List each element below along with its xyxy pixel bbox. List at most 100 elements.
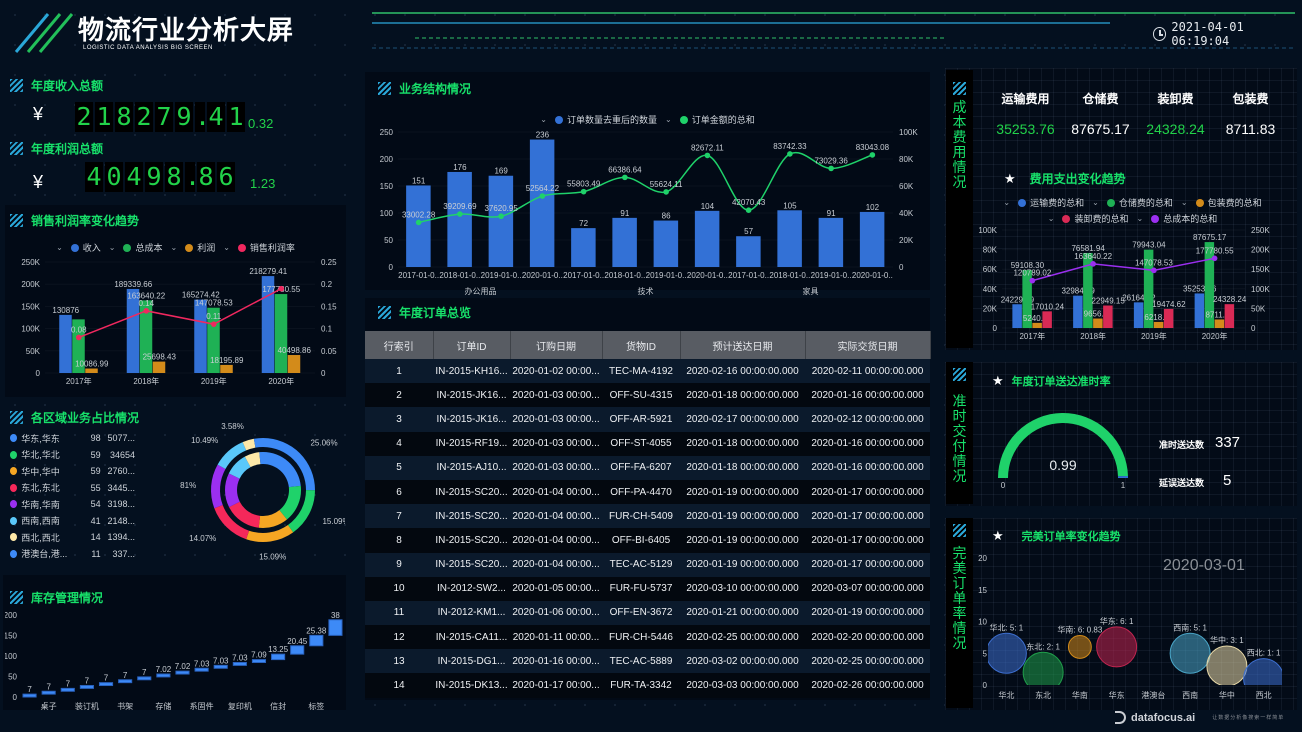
- bar-data-label: 7: [85, 677, 90, 686]
- revenue-value: 2 1 8 2 7 9.4 1: [75, 102, 247, 132]
- region-legend-item[interactable]: 华南,华南 54 3198...: [10, 496, 135, 513]
- x-tick-label: 华南: [1072, 690, 1088, 700]
- table-row[interactable]: 10 IN-2012-SW2... 2020-01-05 00:00... FUR-F…: [365, 576, 930, 601]
- region-name: 华东,华东: [21, 433, 60, 444]
- legend-item[interactable]: ⌄ 收入: [56, 241, 101, 254]
- legend-dot-icon: [679, 115, 688, 124]
- legend-dot-icon: [10, 450, 18, 459]
- column-header[interactable]: 订单ID: [433, 331, 511, 359]
- region-legend-item[interactable]: 港澳台,港... 11 337...: [10, 546, 135, 563]
- table-cell: OFF-AR-5921: [602, 407, 680, 432]
- bar-data-label: 7: [104, 674, 109, 683]
- column-header[interactable]: 行索引: [365, 331, 434, 359]
- line-point: [787, 151, 793, 157]
- bubble[interactable]: [1169, 632, 1211, 674]
- table-cell: 2: [365, 383, 433, 408]
- y-tick-label: 5: [983, 649, 988, 658]
- bubble[interactable]: [1022, 651, 1064, 692]
- digit-cell: 9: [145, 162, 163, 192]
- table-cell: 2020-02-17 00:00:00.000: [680, 407, 805, 432]
- donut-slice[interactable]: [211, 464, 226, 509]
- chevron-down-icon: ⌄: [56, 243, 63, 252]
- table-row[interactable]: 1 IN-2015-KH16... 2020-01-02 00:00... TEC-M…: [365, 359, 930, 384]
- legend-item[interactable]: ⌄ 销售利润率: [223, 241, 295, 254]
- y-tick-label: 0: [993, 324, 998, 333]
- legend-item[interactable]: ⌄ 仓储费的总和: [1092, 196, 1173, 209]
- bar: [488, 175, 514, 267]
- x-tick-label: 2018-01-0..: [604, 271, 645, 280]
- bar-data-label: 7: [46, 682, 51, 691]
- legend-item[interactable]: ⌄ 运输费的总和: [1003, 196, 1084, 209]
- y-tick-label: 0: [13, 693, 18, 702]
- table-row[interactable]: 9 IN-2015-SC20... 2020-01-04 00:00... TEC-A…: [365, 552, 930, 577]
- donut-slice[interactable]: [253, 438, 263, 448]
- y-tick-label: 200: [380, 155, 394, 164]
- region-legend-item[interactable]: 华东,华东 98 5077...: [10, 430, 135, 447]
- bubble[interactable]: [1206, 645, 1248, 686]
- waterfall-bar: [41, 690, 56, 695]
- bubble-label: 华中: 3: 1: [1210, 635, 1244, 645]
- donut-slice[interactable]: [246, 525, 294, 542]
- column-header[interactable]: 货物ID: [602, 331, 681, 359]
- region-legend-item[interactable]: 东北,东北 55 3445...: [10, 480, 135, 497]
- region-legend-item[interactable]: 西南,西南 41 2148...: [10, 513, 135, 530]
- waterfall-bar: [309, 634, 324, 647]
- legend-item[interactable]: ⌄ 包装费的总和: [1181, 196, 1262, 209]
- legend-item[interactable]: ⌄ 利润: [171, 241, 216, 254]
- legend-dot-icon: [10, 533, 18, 542]
- table-cell: 2020-01-02 00:00...: [510, 359, 602, 384]
- waterfall-bar: [290, 645, 305, 655]
- table-row[interactable]: 11 IN-2012-KM1... 2020-01-06 00:00... OFF-E…: [365, 600, 930, 626]
- table-cell: 2020-01-16 00:00...: [510, 649, 602, 674]
- table-row[interactable]: 3 IN-2015-JK16... 2020-01-03 00:00... OFF-A…: [365, 407, 930, 432]
- table-cell: 2020-02-12 00:00:00.000: [805, 407, 930, 432]
- hatch-icon: [10, 142, 23, 155]
- table-cell: IN-2015-SC20...: [433, 479, 510, 505]
- region-legend-item[interactable]: 西北,西北 14 1394...: [10, 529, 135, 546]
- table-row[interactable]: 2 IN-2015-JK16... 2020-01-03 00:00... OFF-S…: [365, 383, 930, 408]
- x-tick-label: 港澳台: [1141, 690, 1165, 700]
- table-cell: 2020-02-20 00:00:00.000: [805, 625, 930, 650]
- table-row[interactable]: 8 IN-2015-SC20... 2020-01-04 00:00... OFF-B…: [365, 528, 930, 553]
- table-row[interactable]: 12 IN-2015-CA11... 2020-01-11 00:00... FUR-…: [365, 625, 930, 650]
- revenue-ratio: 0.32: [248, 116, 274, 131]
- bubble[interactable]: [1096, 626, 1138, 668]
- bar: [1214, 319, 1225, 328]
- legend-item[interactable]: ⌄ 总成本: [109, 241, 163, 254]
- region-legend-item[interactable]: 华北,华北 59 34654: [10, 447, 135, 464]
- x-tick-label: 2020-01-0..: [852, 271, 893, 280]
- line-point: [539, 193, 546, 199]
- table-cell: TEC-AC-5129: [602, 552, 680, 577]
- bar: [1073, 295, 1083, 328]
- line-data-label: 83742.33: [773, 142, 807, 151]
- table-row[interactable]: 14 IN-2015-DK13... 2020-01-17 00:00... FUR-…: [365, 673, 930, 698]
- column-header[interactable]: 预计送达日期: [680, 331, 806, 359]
- table-row[interactable]: 7 IN-2015-SC20... 2020-01-04 00:00... FUR-C…: [365, 504, 930, 529]
- x-tick-label: 2018年: [133, 376, 159, 386]
- line-point: [143, 308, 150, 314]
- table-cell: 10: [365, 576, 433, 601]
- hatch-icon: [378, 82, 391, 95]
- table-cell: 2020-01-19 00:00:00.000: [680, 479, 805, 505]
- orders-table-container[interactable]: 行索引 订单ID 订购日期 货物ID 预计送达日期 实际交货日期 1 IN-2015-KH1…: [365, 331, 931, 698]
- column-header[interactable]: 实际交货日期: [805, 331, 931, 359]
- legend-dot-icon: [1018, 198, 1027, 207]
- bar-data-label: 7: [142, 668, 147, 677]
- region-legend-item[interactable]: 华中,华中 59 2760...: [10, 463, 135, 480]
- bar: [1042, 311, 1052, 328]
- table-row[interactable]: 4 IN-2015-RF19... 2020-01-03 00:00... OFF-S…: [365, 431, 930, 456]
- table-row[interactable]: 13 IN-2015-DG1... 2020-01-16 00:00... TEC-A…: [365, 649, 930, 674]
- column-header[interactable]: 订购日期: [510, 331, 603, 359]
- cost-kpi: 运输费用 35253.76: [988, 90, 1063, 137]
- donut-slice[interactable]: [225, 473, 240, 508]
- region-amount: 337...: [112, 548, 135, 559]
- waterfall-bar: [118, 679, 133, 684]
- x-tick-label: 2019-01-0..: [481, 271, 522, 280]
- bubble[interactable]: [986, 632, 1027, 674]
- y-tick-label: 15: [978, 586, 987, 595]
- table-row[interactable]: 6 IN-2015-SC20... 2020-01-04 00:00... OFF-P…: [365, 479, 930, 505]
- bubble[interactable]: [1067, 634, 1092, 659]
- waterfall-bar: [156, 673, 171, 678]
- table-row[interactable]: 5 IN-2015-AJ10... 2020-01-03 00:00... OFF-F…: [365, 455, 930, 480]
- bar-data-label: 17010.24: [1031, 302, 1065, 311]
